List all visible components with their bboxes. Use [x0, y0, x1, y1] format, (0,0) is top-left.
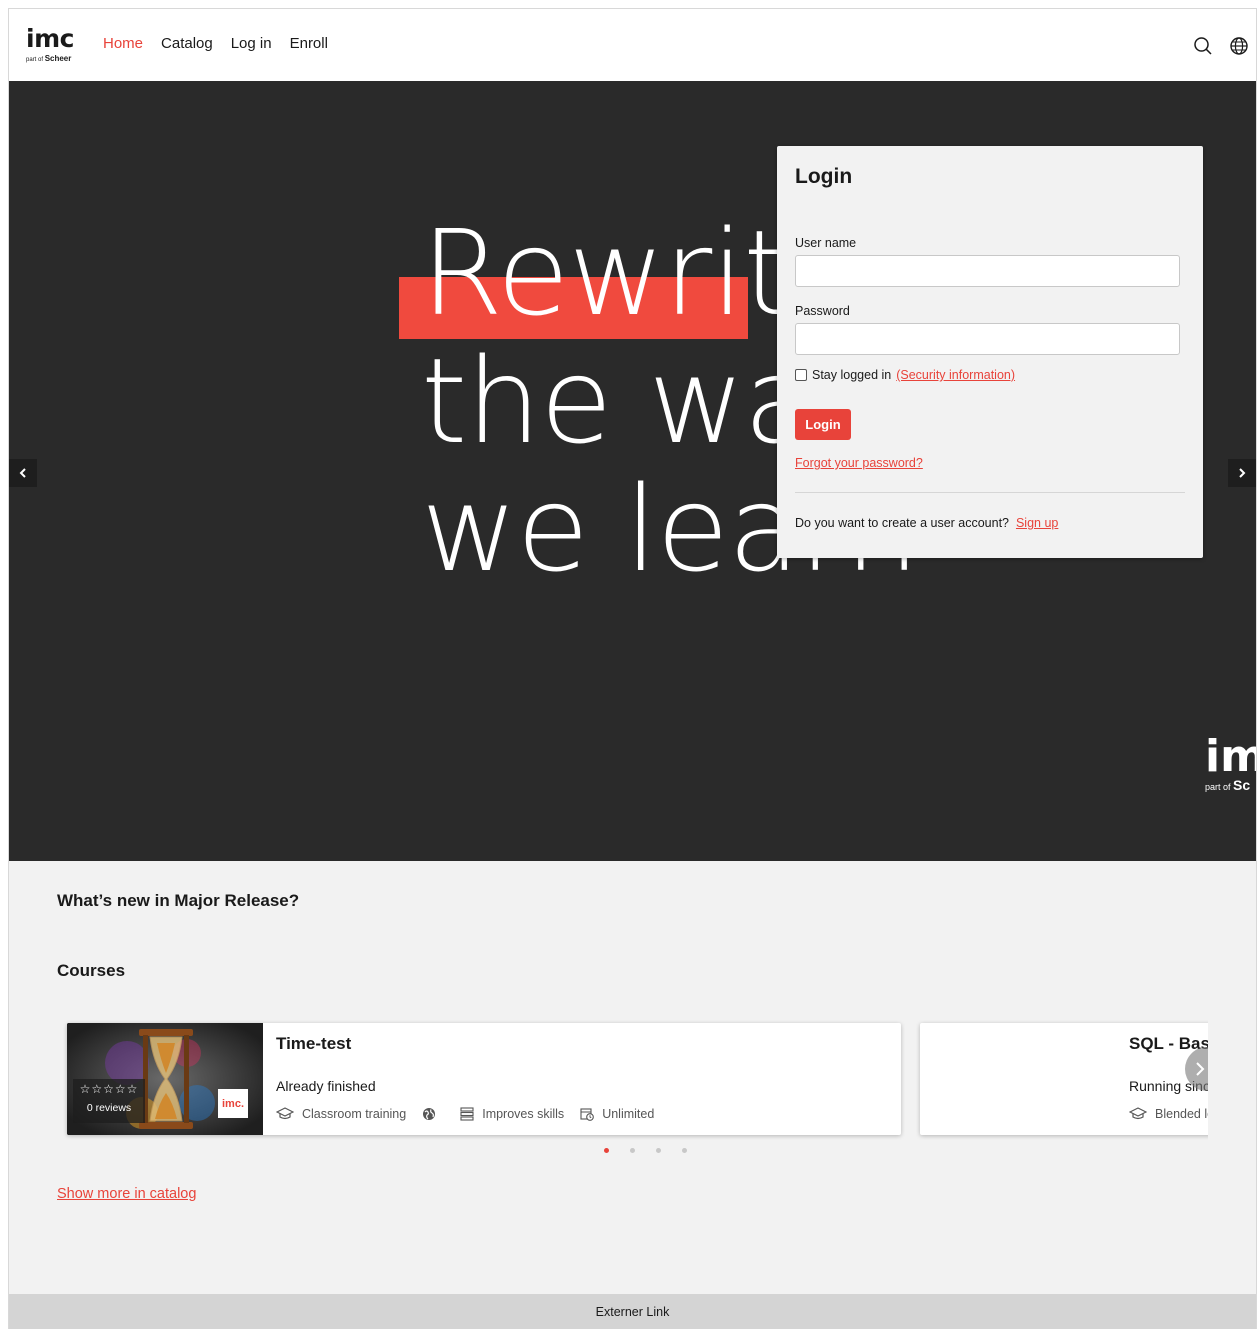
course-status: Already finished	[276, 1078, 376, 1094]
nav-home[interactable]: Home	[103, 35, 143, 52]
course-card-clip: SQL - Basi Running sinc Blended le	[914, 1019, 1208, 1143]
release-heading: What’s new in Major Release?	[57, 891, 300, 910]
carousel-pagination	[604, 1148, 687, 1153]
password-label: Password	[795, 304, 850, 318]
username-input[interactable]	[795, 255, 1180, 287]
forgot-password-link[interactable]: Forgot your password?	[795, 456, 923, 470]
password-input[interactable]	[795, 323, 1180, 355]
nav-login[interactable]: Log in	[231, 35, 272, 52]
signup-row: Do you want to create a user account? Si…	[795, 516, 1058, 530]
hero-logo-prefix: part of	[1205, 782, 1231, 792]
list-icon	[460, 1107, 474, 1121]
hero-logo: im part of Sc	[1205, 731, 1256, 794]
main-nav: Home Catalog Log in Enroll	[103, 35, 328, 52]
search-icon[interactable]	[1193, 36, 1213, 56]
top-header: imc part of Scheer Home Catalog Log in E…	[9, 9, 1256, 81]
course-type: Classroom training	[302, 1107, 407, 1121]
globe-icon[interactable]	[1229, 36, 1249, 56]
logo-sub-prefix: part of	[26, 57, 44, 63]
username-label: User name	[795, 236, 857, 250]
hero-logo-subtitle: part of Sc	[1205, 777, 1256, 793]
logo-subtitle: part of Scheer	[26, 54, 78, 63]
hero-next-button[interactable]	[1228, 459, 1256, 487]
course-duration: Unlimited	[602, 1107, 655, 1121]
rating-stars: ☆☆☆☆☆	[79, 1082, 139, 1096]
chevron-left-icon	[19, 468, 26, 478]
imc-logo[interactable]: imc part of Scheer	[26, 24, 78, 67]
nav-catalog[interactable]: Catalog	[161, 35, 213, 52]
hero-logo-brand: Sc	[1233, 777, 1251, 793]
stay-logged-in-checkbox[interactable]	[795, 369, 807, 381]
globe-filled-icon	[422, 1107, 436, 1121]
carousel-dot[interactable]	[604, 1148, 609, 1153]
logo-sub-brand: Scheer	[44, 54, 72, 63]
calendar-clock-icon	[580, 1107, 595, 1121]
login-divider	[795, 492, 1185, 493]
rating-overlay: ☆☆☆☆☆ 0 reviews	[73, 1079, 145, 1123]
course-meta: Classroom training Improves skills Unlim…	[276, 1107, 654, 1121]
review-count: 0 reviews	[86, 1102, 132, 1114]
login-title: Login	[795, 165, 853, 188]
course-meta: Blended le	[1129, 1107, 1208, 1121]
course-card[interactable]: SQL - Basi Running sinc Blended le	[920, 1023, 1208, 1135]
signup-prompt: Do you want to create a user account?	[795, 516, 1010, 530]
login-panel: Login User name Password Stay logged in …	[777, 146, 1203, 558]
carousel-dot[interactable]	[682, 1148, 687, 1153]
stay-logged-in-label: Stay logged in	[812, 368, 892, 382]
hero-logo-wordmark: im	[1205, 731, 1256, 782]
chevron-right-icon	[1196, 1062, 1205, 1076]
course-type: Blended le	[1155, 1107, 1208, 1121]
stay-logged-in-row: Stay logged in (Security information)	[795, 368, 1015, 382]
nav-enroll[interactable]: Enroll	[290, 35, 328, 52]
course-card[interactable]: ☆☆☆☆☆ 0 reviews imc. Time-test Already f…	[67, 1023, 901, 1135]
graduation-cap-icon	[1129, 1107, 1147, 1121]
hero-line-2: the wa	[421, 332, 816, 470]
course-title[interactable]: Time-test	[276, 1034, 351, 1054]
course-goal: Improves skills	[482, 1107, 565, 1121]
show-more-catalog-link[interactable]: Show more in catalog	[57, 1186, 196, 1202]
graduation-cap-icon	[276, 1107, 294, 1121]
course-thumbnail: ☆☆☆☆☆ 0 reviews imc.	[67, 1023, 263, 1135]
hero-banner: Rewrit the wa we learn im part of Sc Log…	[9, 81, 1256, 861]
footer: Externer Link	[9, 1294, 1256, 1329]
security-info-link[interactable]: (Security information)	[896, 368, 1015, 382]
hero-line-1: Rewrit	[421, 204, 789, 342]
page-frame: imc part of Scheer Home Catalog Log in E…	[8, 8, 1257, 1329]
logo-wordmark: imc	[26, 24, 74, 53]
carousel-dot[interactable]	[630, 1148, 635, 1153]
courses-heading: Courses	[57, 961, 126, 980]
imc-badge: imc.	[218, 1089, 248, 1118]
external-link[interactable]: Externer Link	[596, 1305, 670, 1319]
hero-prev-button[interactable]	[9, 459, 37, 487]
carousel-dot[interactable]	[656, 1148, 661, 1153]
chevron-right-icon	[1239, 468, 1246, 478]
signup-link[interactable]: Sign up	[1016, 516, 1058, 530]
login-button[interactable]: Login	[795, 409, 851, 440]
